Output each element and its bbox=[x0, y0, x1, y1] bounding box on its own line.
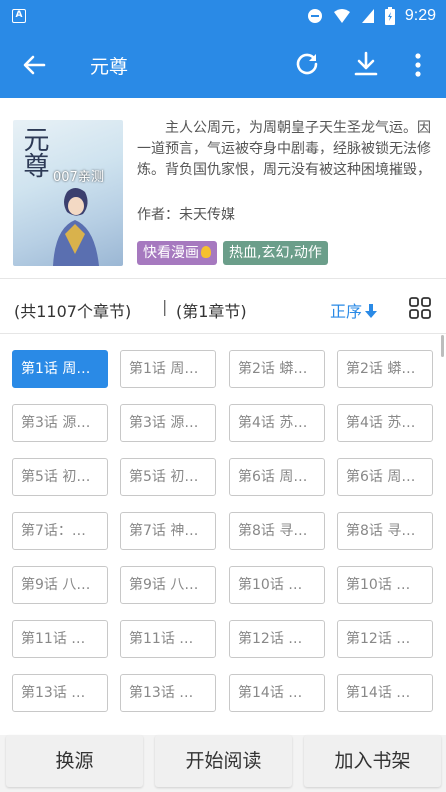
source-tag[interactable]: 快看漫画 bbox=[137, 241, 217, 265]
chapter-item[interactable]: 第12话 源… bbox=[337, 620, 433, 658]
chapter-item[interactable]: 第1话 周家… bbox=[120, 350, 216, 388]
bottom-action-bar: 换源 开始阅读 加入书架 bbox=[0, 735, 446, 792]
sort-order-label: 正序 bbox=[330, 302, 363, 321]
cover-tag: 007亲测 bbox=[53, 170, 104, 185]
chapter-item[interactable]: 第5话 初露… bbox=[120, 458, 216, 496]
chapter-item[interactable]: 第3话 源师… bbox=[12, 404, 108, 442]
cover-title: 元尊 bbox=[19, 126, 49, 178]
download-icon[interactable] bbox=[352, 50, 380, 78]
chapter-item[interactable]: 第8话 寻八… bbox=[229, 512, 325, 550]
chapter-item[interactable]: 第14话 冲… bbox=[337, 674, 433, 712]
genre-tag[interactable]: 热血,玄幻,动作 bbox=[223, 241, 328, 265]
author-label: 作者： bbox=[137, 207, 179, 223]
arrow-left-icon[interactable] bbox=[20, 51, 48, 79]
chapter-item[interactable]: 第1话 周家… bbox=[12, 350, 108, 388]
author-row: 作者：未天传媒 bbox=[137, 204, 235, 224]
book-cover[interactable]: 元尊 007亲测 bbox=[13, 120, 123, 266]
status-bar: A 9:29 bbox=[0, 0, 446, 32]
book-description: 主人公周元，为周朝皇子天生圣龙气运。因一道预言，气运被夺身中剧毒，经脉被锁无法修… bbox=[137, 120, 431, 178]
battery-icon bbox=[384, 7, 395, 25]
chapter-item[interactable]: 第4话 苏幼… bbox=[337, 404, 433, 442]
chapter-item[interactable]: 第6话 周家… bbox=[337, 458, 433, 496]
source-tag-label: 快看漫画 bbox=[143, 245, 199, 261]
genre-tag-label: 热血,玄幻,动作 bbox=[229, 245, 322, 261]
app-notification-icon: A bbox=[12, 9, 26, 23]
lightbulb-icon bbox=[201, 246, 211, 258]
chapter-header: (共1107个章节) | (第1章节) 正序 bbox=[0, 278, 446, 334]
status-indicators: 9:29 bbox=[307, 0, 436, 32]
chapter-item[interactable]: 第13话 龙… bbox=[120, 674, 216, 712]
chapter-item[interactable]: 第6话 周家… bbox=[229, 458, 325, 496]
dnd-icon bbox=[307, 9, 322, 23]
grid-view-icon[interactable] bbox=[409, 297, 431, 319]
wifi-icon bbox=[333, 9, 350, 23]
scrollbar-thumb[interactable] bbox=[441, 335, 444, 357]
chapter-item[interactable]: 第11话 齐… bbox=[12, 620, 108, 658]
chapter-item[interactable]: 第14话 冲… bbox=[229, 674, 325, 712]
chapter-item[interactable]: 第3话 源师… bbox=[120, 404, 216, 442]
chapter-item[interactable]: 第10话 得… bbox=[337, 566, 433, 604]
status-time: 9:29 bbox=[404, 7, 436, 24]
chapter-item[interactable]: 第12话 源… bbox=[229, 620, 325, 658]
chapter-item[interactable]: 第9话 八脉… bbox=[120, 566, 216, 604]
cover-figure-illustration bbox=[53, 188, 99, 266]
switch-source-button[interactable]: 换源 bbox=[6, 735, 143, 787]
start-reading-button[interactable]: 开始阅读 bbox=[155, 735, 292, 787]
chapter-item[interactable]: 第2话 蟒雀… bbox=[229, 350, 325, 388]
chapter-item[interactable]: 第5话 初露… bbox=[12, 458, 108, 496]
refresh-icon[interactable] bbox=[294, 51, 320, 77]
chapter-grid: 第1话 周家… 第1话 周家… 第2话 蟒雀… 第2话 蟒雀… 第3话 源师… 第3话 源… bbox=[0, 335, 446, 735]
chapter-item[interactable]: 第9话 八脉… bbox=[12, 566, 108, 604]
page-title: 元尊 bbox=[90, 56, 129, 78]
chapter-item[interactable]: 第7话 神秘… bbox=[120, 512, 216, 550]
chapter-item[interactable]: 第2话 蟒雀… bbox=[337, 350, 433, 388]
author-name[interactable]: 未天传媒 bbox=[179, 207, 235, 223]
chapter-item[interactable]: 第4话 苏幼… bbox=[229, 404, 325, 442]
sort-order-toggle[interactable]: 正序 bbox=[330, 298, 378, 322]
book-info: 元尊 007亲测 主人公周元，为周朝皇子天生圣龙气运。因一道预言，气运被夺身中剧… bbox=[0, 98, 446, 278]
chapter-count: (共1107个章节) bbox=[14, 302, 132, 321]
add-to-shelf-button[interactable]: 加入书架 bbox=[304, 735, 441, 787]
tag-list: 快看漫画 热血,玄幻,动作 bbox=[137, 241, 328, 265]
chapter-item[interactable]: 第8话 寻八… bbox=[337, 512, 433, 550]
app-bar: 元尊 bbox=[0, 32, 446, 98]
arrow-down-icon bbox=[365, 304, 378, 318]
chapter-item[interactable]: 第10话 得… bbox=[229, 566, 325, 604]
current-chapter[interactable]: (第1章节) bbox=[176, 298, 247, 322]
chapter-item[interactable]: 第7话：神… bbox=[12, 512, 108, 550]
chapter-item[interactable]: 第13话 龙… bbox=[12, 674, 108, 712]
more-vert-icon[interactable] bbox=[408, 51, 428, 79]
signal-icon bbox=[361, 9, 374, 23]
header-separator: | bbox=[162, 297, 168, 316]
chapter-item[interactable]: 第11话 齐… bbox=[120, 620, 216, 658]
